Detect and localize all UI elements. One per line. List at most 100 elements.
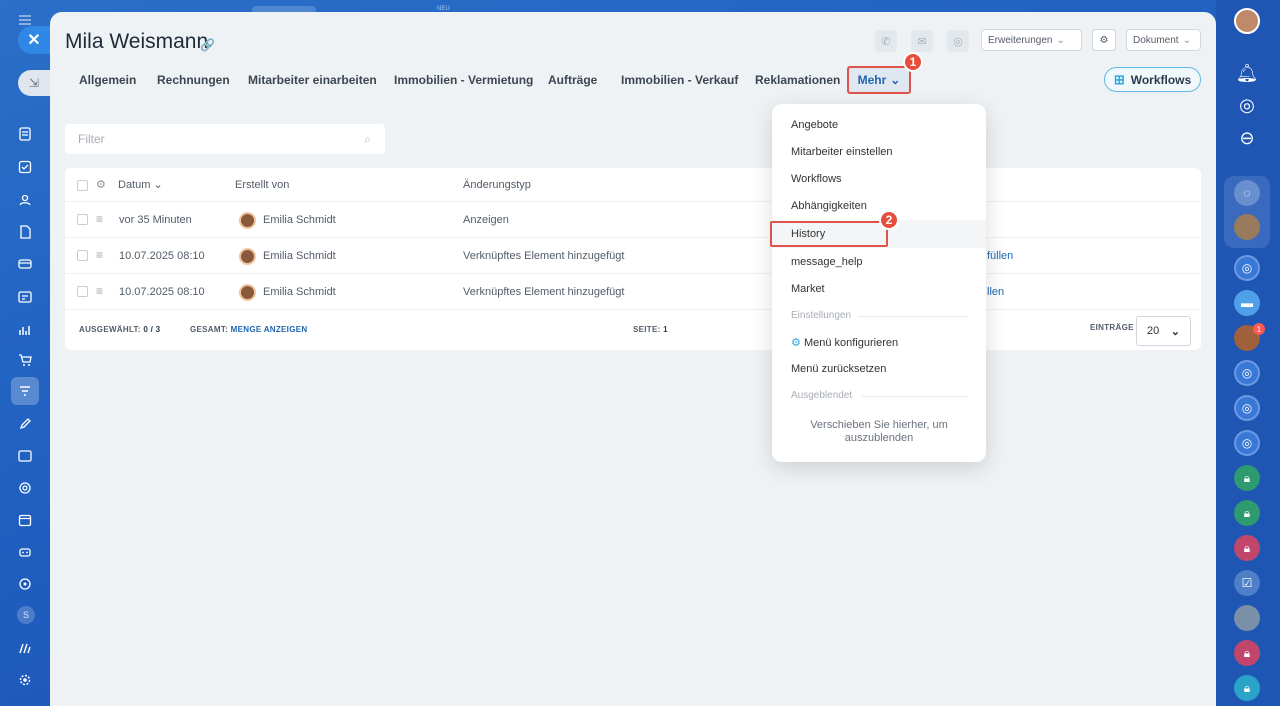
funnel-icon[interactable]: [11, 377, 39, 405]
s-badge[interactable]: S: [17, 606, 35, 624]
table-row[interactable]: ≡ 10.07.2025 08:10 Emilia Schmidt Verknü…: [65, 274, 1201, 310]
tab-allgemein[interactable]: Allgemein: [79, 69, 136, 91]
lock-icon[interactable]: 🔒︎: [1234, 535, 1260, 561]
task-icon[interactable]: ☑: [1234, 570, 1260, 596]
document-label: Dokument: [1133, 34, 1179, 46]
menu-item-abhaengigkeiten[interactable]: Abhängigkeiten: [791, 200, 867, 212]
row-change: Anzeigen: [463, 214, 509, 226]
gear-icon[interactable]: ⚙: [96, 168, 106, 202]
chat-avatar[interactable]: ◌: [1234, 180, 1260, 206]
menu-item-angebote[interactable]: Angebote: [791, 119, 838, 131]
tab-immobilien-vermietung[interactable]: Immobilien - Vermietung: [394, 69, 533, 91]
row-menu-icon[interactable]: ≡: [96, 213, 103, 225]
edit-icon[interactable]: [13, 412, 37, 436]
row-user[interactable]: Emilia Schmidt: [263, 274, 336, 310]
selected-label: AUSGEWÄHLT:: [79, 325, 141, 334]
tab-mehr-label: Mehr: [857, 73, 887, 87]
avatar: [239, 212, 256, 229]
menu-item-market[interactable]: Market: [791, 283, 825, 295]
column-header-change-type[interactable]: Änderungstyp: [463, 168, 531, 202]
total-count: GESAMT: MENGE ANZEIGEN: [190, 310, 307, 350]
lock-icon[interactable]: 🔒︎: [1234, 465, 1260, 491]
tab-immobilien-verkauf[interactable]: Immobilien - Verkauf: [621, 69, 738, 91]
chat-avatar[interactable]: [1234, 214, 1260, 240]
document-icon[interactable]: [13, 122, 37, 146]
document-dropdown[interactable]: Dokument ⌄: [1126, 29, 1201, 51]
filter-placeholder: Filter: [78, 132, 105, 146]
row-change: Verknüpftes Element hinzugefügt: [463, 286, 625, 298]
lock-icon[interactable]: 🔒︎: [1234, 500, 1260, 526]
row-checkbox[interactable]: [77, 286, 88, 297]
tab-mehr[interactable]: Mehr ⌄: [847, 66, 911, 94]
row-extra-link[interactable]: füllen: [987, 238, 1013, 274]
id-icon[interactable]: [13, 285, 37, 309]
image-icon[interactable]: [13, 444, 37, 468]
menu-item-reset[interactable]: Menü zurücksetzen: [791, 363, 886, 375]
show-count-link[interactable]: MENGE ANZEIGEN: [231, 325, 308, 334]
row-menu-icon[interactable]: ≡: [96, 285, 103, 297]
column-header-created-by[interactable]: Erstellt von: [235, 168, 289, 202]
tab-rechnungen[interactable]: Rechnungen: [157, 69, 230, 91]
row-extra-link[interactable]: llen: [987, 274, 1004, 310]
signal-icon[interactable]: [13, 636, 37, 660]
close-button[interactable]: ✕: [18, 26, 50, 54]
support-icon[interactable]: [13, 476, 37, 500]
menu-item-workflows[interactable]: Workflows: [791, 173, 842, 185]
chat-channel-icon[interactable]: ◎: [1234, 255, 1260, 281]
collapse-button[interactable]: ⇲: [18, 70, 50, 96]
entries-select[interactable]: 20 ⌄: [1136, 316, 1191, 346]
chart-icon[interactable]: [13, 318, 37, 342]
chat-channel-icon[interactable]: ◎: [1234, 360, 1260, 386]
phone-icon[interactable]: ✆: [875, 30, 897, 52]
tab-auftraege[interactable]: Aufträge: [548, 69, 597, 91]
contacts-icon[interactable]: [13, 188, 37, 212]
tab-reklamationen[interactable]: Reklamationen: [755, 69, 840, 91]
select-all-checkbox[interactable]: [77, 180, 88, 191]
chat-icon[interactable]: ⊖: [1234, 125, 1260, 151]
user-avatar[interactable]: [1234, 8, 1260, 34]
card-icon[interactable]: [13, 252, 37, 276]
row-user[interactable]: Emilia Schmidt: [263, 238, 336, 274]
bell-icon[interactable]: 🔔︎: [1234, 60, 1260, 86]
tab-mitarbeiter-einarbeiten[interactable]: Mitarbeiter einarbeiten: [248, 69, 377, 91]
row-checkbox[interactable]: [77, 250, 88, 261]
row-checkbox[interactable]: [77, 214, 88, 225]
gear-icon[interactable]: ⚙: [1092, 29, 1116, 51]
menu-item-configure[interactable]: ⚙ Menü konfigurieren: [791, 336, 898, 349]
table-row[interactable]: ≡ vor 35 Minuten Emilia Schmidt Anzeigen: [65, 202, 1201, 238]
row-menu-icon[interactable]: ≡: [96, 249, 103, 261]
extensions-dropdown[interactable]: Erweiterungen ⌄: [981, 29, 1082, 51]
menu-item-message-help[interactable]: message_help: [791, 256, 863, 268]
link-icon[interactable]: 🔗: [200, 38, 215, 52]
configure-label: Menü konfigurieren: [803, 337, 899, 349]
target-icon[interactable]: [13, 572, 37, 596]
mail-icon[interactable]: ✉: [911, 30, 933, 52]
file-icon[interactable]: [13, 220, 37, 244]
cart-icon[interactable]: [13, 348, 37, 372]
notification-counter: 1: [1253, 323, 1265, 335]
menu-item-mitarbeiter-einstellen[interactable]: Mitarbeiter einstellen: [791, 146, 893, 158]
chat-message-icon[interactable]: ▬: [1234, 290, 1260, 316]
chat-icon[interactable]: ◎: [947, 30, 969, 52]
lock-icon[interactable]: 🔒︎: [1234, 640, 1260, 666]
lock-icon[interactable]: 🔒︎: [1234, 675, 1260, 701]
filter-input[interactable]: Filter ⌕: [65, 124, 385, 154]
table-row[interactable]: ≡ 10.07.2025 08:10 Emilia Schmidt Verknü…: [65, 238, 1201, 274]
calendar-icon[interactable]: [13, 508, 37, 532]
search-icon[interactable]: ⌕: [364, 132, 371, 147]
workflows-button[interactable]: ⊞ Workflows: [1104, 67, 1201, 92]
chat-avatar[interactable]: [1234, 605, 1260, 631]
page-indicator: SEITE: 1: [633, 310, 668, 350]
chat-channel-icon[interactable]: ◎: [1234, 430, 1260, 456]
settings-icon[interactable]: [13, 668, 37, 692]
task-icon[interactable]: [13, 155, 37, 179]
settings-section-label: Einstellungen: [791, 310, 852, 321]
column-header-date[interactable]: Datum ⌄: [118, 168, 163, 202]
extensions-label: Erweiterungen: [988, 34, 1053, 46]
table-header: ⚙ Datum ⌄ Erstellt von Änderungstyp: [65, 168, 1201, 202]
row-user[interactable]: Emilia Schmidt: [263, 202, 336, 238]
chat-channel-icon[interactable]: ◎: [1234, 395, 1260, 421]
target-icon[interactable]: ◎: [1234, 92, 1260, 118]
bot-icon[interactable]: [13, 540, 37, 564]
divider: [862, 396, 968, 397]
